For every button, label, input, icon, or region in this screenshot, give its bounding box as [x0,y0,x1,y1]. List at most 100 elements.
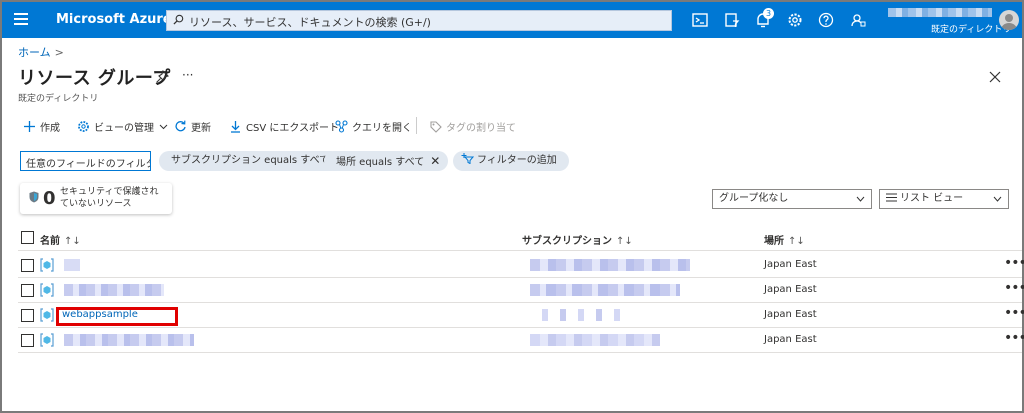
chevron-down-icon [856,196,865,202]
subscription-filter-pill[interactable]: サブスクリプション equals すべて [159,151,342,171]
row-location: Japan East [764,259,817,270]
manage-view-label: ビューの管理 [94,122,154,134]
breadcrumb: ホーム > [18,44,64,60]
sort-icon[interactable]: ↑↓ [616,236,633,247]
page-title: リソース グループ [18,68,171,89]
security-count: 0 [43,188,56,209]
row-checkbox[interactable] [21,284,34,297]
redacted-subscription[interactable] [530,334,660,346]
add-filter-label: フィルターの追加 [477,155,557,166]
command-divider [416,117,417,134]
redacted-name[interactable] [64,334,194,346]
avatar[interactable] [999,10,1019,30]
export-csv-label: CSV にエクスポート [246,122,340,134]
open-query-label: クエリを開く [352,122,412,134]
refresh-button[interactable]: 更新 [174,119,211,134]
grouping-dropdown[interactable]: グループ化なし [712,189,872,209]
refresh-label: 更新 [191,122,211,134]
search-icon [173,14,184,25]
assign-tags-button[interactable]: タグの割り当て [429,119,516,134]
column-subscription[interactable]: サブスクリプション ↑↓ [522,232,633,247]
breadcrumb-separator: > [54,46,64,59]
redacted-name[interactable] [64,284,164,296]
row-more-actions[interactable]: ••• [1004,330,1024,346]
chevron-down-icon [993,196,1002,202]
resource-group-icon [40,308,54,322]
redacted-subscription[interactable] [530,259,690,271]
subscription-filter-label: サブスクリプション equals すべて [171,155,330,166]
window-frame: Microsoft Azure リソース、サービス、ドキュメントの検索 (G+/… [0,0,1024,413]
column-location[interactable]: 場所 ↑↓ [764,232,805,247]
notification-badge: 3 [763,8,774,19]
tag-icon [430,120,442,133]
close-icon[interactable] [988,70,1002,84]
table-header: 名前 ↑↓ サブスクリプション ↑↓ 場所 ↑↓ [18,229,1022,251]
redacted-name[interactable] [64,259,80,271]
security-text: セキュリティで保護されていないリソース [60,187,159,209]
cloud-shell-icon[interactable] [691,11,709,29]
account-name[interactable] [888,8,992,17]
row-more-actions[interactable]: ••• [1004,255,1024,271]
location-filter-label: 場所 equals すべて [336,157,425,168]
assign-tags-label: タグの割り当て [446,122,516,134]
table-row[interactable]: Japan East ••• [18,253,1024,278]
filter-input[interactable]: 任意のフィールドのフィルター... [20,151,151,171]
redacted-subscription[interactable] [530,309,620,321]
row-location: Japan East [764,334,817,345]
resource-group-icon [40,283,54,297]
download-icon [231,120,240,133]
column-location-label: 場所 [764,236,784,247]
query-icon [335,119,348,133]
pin-icon[interactable] [155,70,169,84]
search-input[interactable]: リソース、サービス、ドキュメントの検索 (G+/) [166,10,672,31]
more-actions[interactable]: ··· [182,68,193,82]
export-csv-button[interactable]: CSV にエクスポート [229,119,340,134]
breadcrumb-home[interactable]: ホーム [18,46,51,59]
add-filter-icon [461,153,475,165]
feedback-icon[interactable] [849,11,867,29]
refresh-icon [175,120,186,131]
column-subscription-label: サブスクリプション [522,236,612,247]
row-more-actions[interactable]: ••• [1004,305,1024,321]
location-filter-pill[interactable]: 場所 equals すべて ✕ [324,151,449,171]
sort-icon[interactable]: ↑↓ [788,236,805,247]
resource-group-icon [40,258,54,272]
shield-icon [29,191,39,203]
top-bar: Microsoft Azure リソース、サービス、ドキュメントの検索 (G+/… [2,2,1022,38]
row-checkbox[interactable] [21,334,34,347]
highlight-box [56,307,178,326]
help-icon[interactable] [817,11,835,29]
security-summary-card[interactable]: 0 セキュリティで保護されていないリソース [20,183,172,214]
directory-filter-icon[interactable] [723,11,741,29]
select-all-checkbox[interactable] [21,231,34,244]
add-filter-button[interactable]: フィルターの追加 [453,151,569,171]
column-name[interactable]: 名前 ↑↓ [40,232,81,247]
remove-filter-icon[interactable]: ✕ [430,154,440,168]
column-name-label: 名前 [40,236,60,247]
page-subtitle: 既定のディレクトリ [18,94,99,104]
sort-icon[interactable]: ↑↓ [64,236,81,247]
grouping-value: グループ化なし [719,193,789,204]
view-mode-dropdown[interactable]: リスト ビュー [879,189,1009,209]
gear-icon[interactable] [786,11,804,29]
open-query-button[interactable]: クエリを開く [335,119,412,134]
brand-title[interactable]: Microsoft Azure [56,12,172,27]
create-label: 作成 [40,122,60,134]
row-location: Japan East [764,309,817,320]
row-checkbox[interactable] [21,309,34,322]
view-mode-value: リスト ビュー [900,193,964,204]
list-icon [886,193,897,202]
manage-view-button[interactable]: ビューの管理 [77,119,172,134]
gear-icon [78,120,89,132]
row-location: Japan East [764,284,817,295]
resource-group-icon [40,333,54,347]
table-row[interactable]: Japan East ••• [18,278,1024,303]
create-button[interactable]: 作成 [23,119,60,134]
redacted-subscription[interactable] [530,284,680,296]
plus-icon [24,120,35,132]
row-more-actions[interactable]: ••• [1004,280,1024,296]
hamburger-icon[interactable] [12,11,30,29]
search-placeholder: リソース、サービス、ドキュメントの検索 (G+/) [189,16,431,29]
row-checkbox[interactable] [21,259,34,272]
table-row[interactable]: Japan East ••• [18,328,1024,353]
